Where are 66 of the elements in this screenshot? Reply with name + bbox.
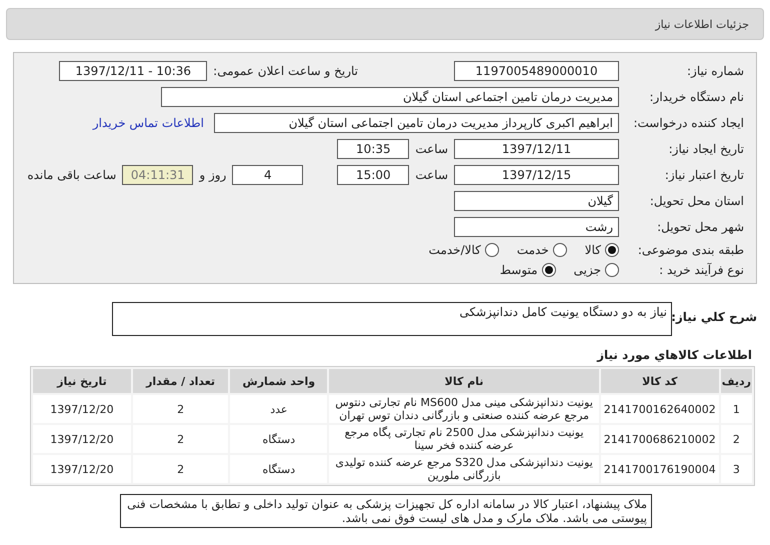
radio-button[interactable]: [552, 243, 567, 257]
field-label: روز و: [199, 168, 226, 182]
description-box: نیاز به دو دستگاه یونیت کامل دندانپزشکی: [112, 302, 672, 336]
notes-box: ملاک پیشنهاد، اعتبار کالا در سامانه اداره کل تجهیزات پزشکی به عنوان تولید داخلی و تطابق با مشخصات فنی پیوستی می باشد. ملاک مارک و مدل های لیست فوق نمی باشد.: [120, 494, 652, 528]
text-field[interactable]: 1397/12/15: [454, 165, 619, 185]
text-field[interactable]: ابراهیم اکبری کارپرداز مدیریت درمان تامین اجتماعی استان گیلان: [214, 113, 619, 133]
table-cell: 1397/12/20: [33, 455, 131, 483]
field-label: ساعت: [415, 168, 448, 182]
table-cell: 2: [720, 425, 752, 453]
field-label: ساعت: [415, 142, 448, 156]
field-label: شماره نیاز:: [686, 64, 745, 78]
field-label: نام دستگاه خریدار:: [648, 90, 745, 104]
table-cell: 1397/12/20: [33, 425, 131, 453]
column-header: تعداد / مقدار: [132, 369, 228, 393]
field-label: تاریخ اعتبار نیاز:: [664, 168, 745, 182]
column-header: واحد شمارش: [230, 369, 328, 393]
radio-option[interactable]: کالا/خدمت: [428, 243, 499, 257]
text-field[interactable]: گیلان: [454, 191, 619, 211]
radio-button[interactable]: [542, 263, 556, 277]
text-field[interactable]: 1197005489000010: [454, 61, 619, 81]
field-label: استان محل تحویل:: [648, 194, 745, 208]
table-cell: یونیت دندانپزشکی مدل S320 مرجع عرضه کننده تولیدی بازرگانی ملورین: [329, 455, 599, 483]
field-label: تاریخ و ساعت اعلان عمومی:: [213, 64, 358, 78]
table-cell: 3: [720, 455, 752, 483]
text-field[interactable]: 1397/12/11 - 10:36: [59, 61, 208, 81]
radio-option[interactable]: خدمت: [516, 243, 567, 257]
table-cell: 2141700162640002: [600, 395, 719, 423]
radio-button[interactable]: [605, 243, 619, 257]
section-title: اطلاعات کالاهاي مورد نياز: [596, 348, 752, 362]
table-cell: دستگاه: [230, 425, 328, 453]
text-field[interactable]: 10:35: [337, 139, 410, 159]
table-cell: عدد: [230, 395, 328, 423]
field-label: طبقه بندی موضوعی:: [636, 243, 745, 257]
text-field[interactable]: 15:00: [337, 165, 410, 185]
field-label: ساعت باقی مانده: [27, 168, 116, 182]
field-label: تاریخ ایجاد نیاز:: [668, 142, 745, 156]
table-cell: 2141700686210002: [600, 425, 719, 453]
field-label: نوع فرآیند خرید :: [658, 263, 745, 277]
table-cell: 2: [132, 425, 228, 453]
table-cell: 1397/12/20: [33, 395, 131, 423]
table-cell: یونیت دندانپزشکی مدل 2500 نام تجارتی پگاه مرجع عرضه کننده فخر سینا: [329, 425, 599, 453]
contact-link[interactable]: اطلاعات تماس خریدار: [92, 116, 204, 130]
radio-option[interactable]: متوسط: [500, 263, 556, 277]
column-header: نام کالا: [329, 369, 599, 393]
radio-option[interactable]: جزیی: [574, 263, 619, 277]
page-title: جزئیات اطلاعات نیاز: [655, 18, 749, 30]
table-cell: 1: [720, 395, 752, 423]
text-field[interactable]: 1397/12/11: [454, 139, 619, 159]
text-field[interactable]: رشت: [454, 217, 619, 237]
radio-button[interactable]: [484, 243, 499, 257]
table-cell: یونیت دندانپزشکی مینی مدل MS600 نام تجارتی دنتوس مرجع عرضه کننده صنعتی و بازرگانی دندان توس تهران: [329, 395, 599, 423]
text-field[interactable]: 4: [232, 165, 304, 185]
table-cell: 2141700176190004: [600, 455, 719, 483]
field-label: شهر محل تحویل:: [656, 220, 745, 234]
radio-button[interactable]: [605, 263, 619, 277]
countdown-field: 04:11:31: [122, 165, 194, 185]
column-header: ردیف: [720, 369, 752, 393]
column-header: تاریخ نیاز: [33, 369, 131, 393]
table-cell: 2: [132, 395, 228, 423]
radio-option[interactable]: کالا: [584, 243, 619, 257]
field-label: ایجاد کننده درخواست:: [632, 116, 745, 130]
column-header: کد کالا: [600, 369, 719, 393]
table-cell: دستگاه: [230, 455, 328, 483]
text-field[interactable]: مدیریت درمان تامین اجتماعی استان گیلان: [161, 87, 619, 107]
field-label: شرح کلي نياز:: [672, 309, 757, 324]
table-cell: 2: [132, 455, 228, 483]
